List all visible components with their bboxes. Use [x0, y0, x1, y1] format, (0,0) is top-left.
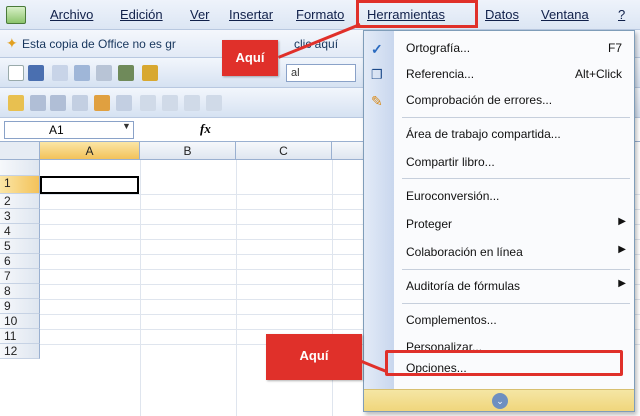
menu-archivo[interactable]: Archivo — [50, 7, 93, 22]
menu-item-shortcut: F7 — [607, 41, 622, 55]
undo-icon[interactable] — [74, 65, 90, 81]
accept-icon[interactable] — [162, 95, 178, 111]
menu-item-label: Auditoría de fórmulas — [406, 279, 521, 293]
menu-datos[interactable]: Datos — [485, 7, 519, 22]
dropdown-arrow-icon[interactable] — [96, 65, 112, 81]
name-box[interactable]: A1 — [4, 121, 134, 139]
column-header-partial[interactable] — [332, 142, 364, 160]
menu-item-label: Complementos... — [406, 313, 497, 327]
menu-item-compartir-libro[interactable]: Compartir libro... — [394, 149, 634, 175]
gridline — [236, 160, 237, 416]
menu-separator — [402, 269, 630, 270]
font-name-field[interactable]: al — [286, 64, 356, 82]
menu-item-label: Proteger — [406, 217, 453, 231]
menu-ventana[interactable]: Ventana — [541, 7, 589, 22]
menu-item-area-trabajo[interactable]: Área de trabajo compartida... — [394, 121, 634, 147]
ink-icon[interactable] — [206, 95, 222, 111]
submenu-arrow-icon: ▶ — [618, 216, 626, 227]
row-header-2[interactable]: 2 — [0, 194, 40, 209]
row-header-10[interactable]: 10 — [0, 314, 40, 329]
menu-ver[interactable]: Ver — [190, 7, 210, 22]
submenu-arrow-icon: ▶ — [618, 244, 626, 255]
menu-item-shortcut: Alt+Click — [574, 67, 622, 81]
new-icon[interactable] — [8, 65, 24, 81]
select-all-corner[interactable] — [0, 142, 40, 160]
herramientas-highlight-box — [356, 0, 478, 28]
bar-chart-icon[interactable] — [142, 65, 158, 81]
row-header-spacer — [0, 160, 40, 176]
menu-help[interactable]: ? — [618, 7, 625, 22]
notice-text: Esta copia de Office no es gr — [22, 37, 176, 51]
expand-chevron-icon[interactable]: ⌄ — [492, 393, 508, 409]
comment-icon[interactable] — [30, 95, 46, 111]
chart-icon[interactable] — [118, 65, 134, 81]
gridline — [140, 160, 141, 416]
menu-item-proteger[interactable]: Proteger ▶ — [394, 211, 634, 237]
research-icon: ❐ — [371, 67, 383, 82]
menu-edicion[interactable]: Edición — [120, 7, 163, 22]
menu-expand-bar[interactable]: ⌄ — [364, 389, 634, 411]
row-header-12[interactable]: 12 — [0, 344, 40, 359]
menu-item-label: Referencia... — [406, 67, 475, 81]
row-header-11[interactable]: 11 — [0, 329, 40, 344]
row-header-5[interactable]: 5 — [0, 239, 40, 254]
row-header-9[interactable]: 9 — [0, 299, 40, 314]
column-header-a[interactable]: A — [40, 142, 140, 160]
menu-formato[interactable]: Formato — [296, 7, 344, 22]
track-changes-icon[interactable] — [140, 95, 156, 111]
menu-item-label: Comprobación de errores... — [406, 93, 553, 107]
callout-aqui-top: Aquí — [222, 40, 278, 76]
column-header-c[interactable]: C — [236, 142, 332, 160]
excel-app-icon[interactable] — [6, 6, 26, 24]
reply-icon[interactable] — [116, 95, 132, 111]
menu-separator — [402, 303, 630, 304]
submenu-arrow-icon: ▶ — [618, 278, 626, 289]
row-header-7[interactable]: 7 — [0, 269, 40, 284]
row-header-8[interactable]: 8 — [0, 284, 40, 299]
menu-separator — [402, 178, 630, 179]
chevron-down-icon[interactable]: ▼ — [122, 121, 131, 131]
menu-item-label: Compartir libro... — [406, 155, 495, 169]
menu-item-colaboracion[interactable]: Colaboración en línea ▶ — [394, 239, 634, 265]
paint-icon[interactable] — [94, 95, 110, 111]
row-header-3[interactable]: 3 — [0, 209, 40, 224]
error-check-icon: ✎ — [371, 93, 383, 109]
opciones-highlight-box — [385, 350, 623, 376]
folder-icon[interactable] — [8, 95, 24, 111]
menu-item-referencia[interactable]: Referencia... Alt+Click — [394, 61, 634, 87]
menu-insertar[interactable]: Insertar — [229, 7, 273, 22]
reject-icon[interactable] — [184, 95, 200, 111]
menu-item-complementos[interactable]: Complementos... — [394, 307, 634, 333]
row-header-1[interactable]: 1 — [0, 176, 40, 194]
menu-item-label: Ortografía... — [406, 41, 471, 55]
menu-item-label: Área de trabajo compartida... — [406, 127, 561, 141]
warning-star-icon: ✦ — [6, 35, 18, 51]
highlight-icon[interactable] — [72, 95, 88, 111]
comment-next-icon[interactable] — [50, 95, 66, 111]
print-preview-icon[interactable] — [52, 65, 68, 81]
callout-aqui-bottom: Aquí — [266, 334, 362, 380]
menu-item-ortografia[interactable]: Ortografía... F7 — [394, 35, 634, 61]
menu-item-auditoria[interactable]: Auditoría de fórmulas ▶ — [394, 273, 634, 299]
menu-bar: Archivo Edición Ver Insertar Formato Her… — [0, 0, 640, 30]
menu-separator — [402, 117, 630, 118]
row-header-4[interactable]: 4 — [0, 224, 40, 239]
selected-cell-a1[interactable] — [40, 176, 139, 194]
save-icon[interactable] — [28, 65, 44, 81]
function-icon[interactable]: fx — [200, 121, 211, 137]
menu-item-euroconversion[interactable]: Euroconversión... — [394, 183, 634, 209]
menu-item-label: Euroconversión... — [406, 189, 500, 203]
menu-item-label: Colaboración en línea — [406, 245, 523, 259]
menu-item-comprobacion[interactable]: Comprobación de errores... — [394, 87, 634, 113]
row-header-6[interactable]: 6 — [0, 254, 40, 269]
spellcheck-icon: ✓ — [371, 41, 383, 57]
column-header-b[interactable]: B — [140, 142, 236, 160]
